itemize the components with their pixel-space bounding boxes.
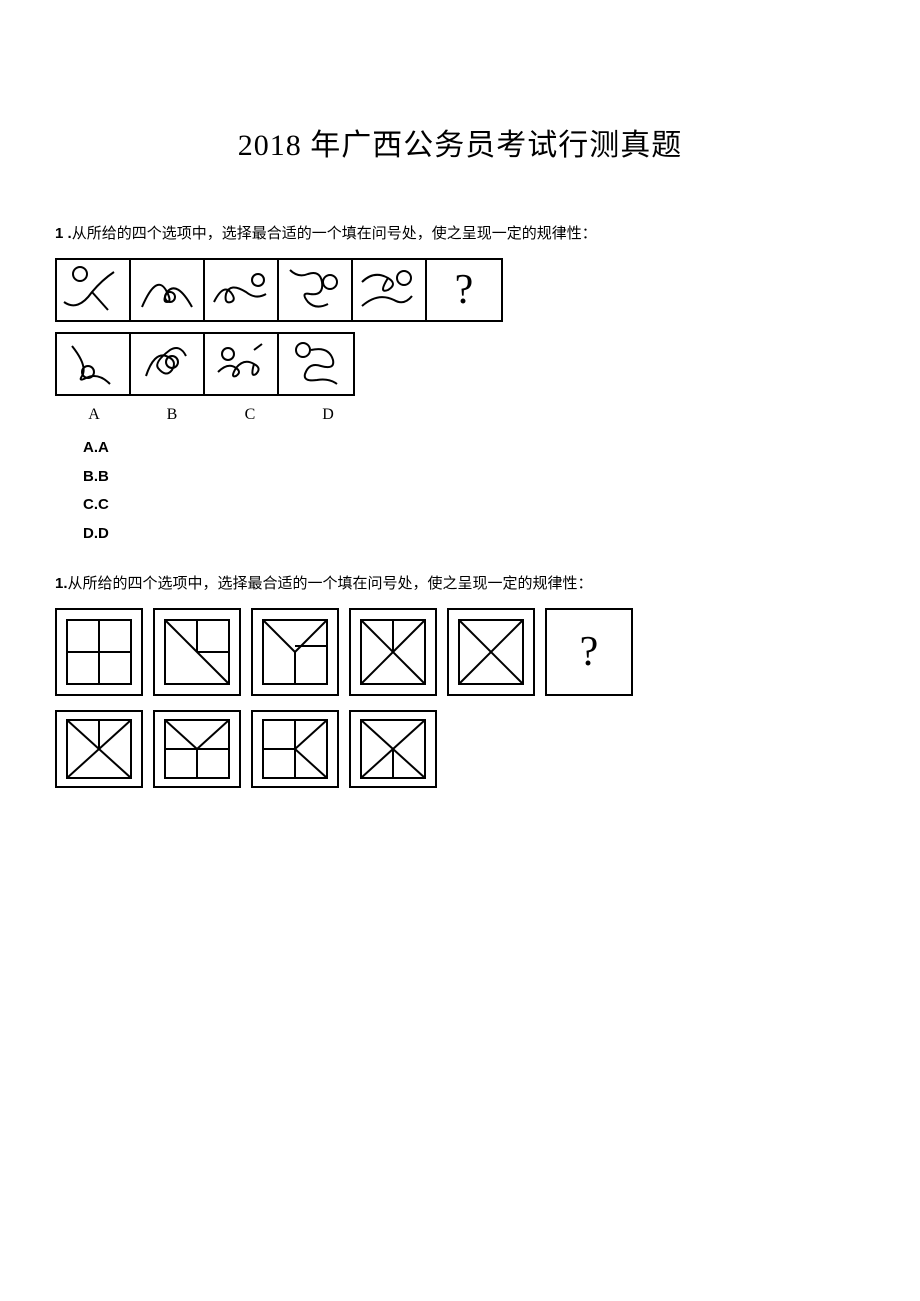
- option-a: A.A: [83, 434, 865, 463]
- q2-ans-d: [349, 710, 437, 788]
- q1-number: 1 .: [55, 225, 72, 242]
- option-d: D.D: [83, 520, 865, 549]
- q1-ans-a: [57, 334, 131, 394]
- q1-ans-c: [205, 334, 279, 394]
- q1-seq-4: [279, 260, 353, 320]
- q2-answers: [55, 710, 865, 788]
- q2-seq-6: ?: [545, 608, 633, 696]
- q1-ans-d: [279, 334, 353, 394]
- q1-seq-1: [57, 260, 131, 320]
- q1-text: 1 .从所给的四个选项中，选择最合适的一个填在问号处，使之呈现一定的规律性：: [55, 222, 865, 246]
- q2-seq-5: [447, 608, 535, 696]
- label-a: A: [55, 406, 133, 424]
- q1-answers: [55, 332, 355, 396]
- q1-options: A.A B.B C.C D.D: [83, 434, 865, 548]
- q2-seq-1: [55, 608, 143, 696]
- q2-ans-a: [55, 710, 143, 788]
- option-b: B.B: [83, 463, 865, 492]
- q1-seq-6: ?: [427, 260, 501, 320]
- q2-ans-b: [153, 710, 241, 788]
- q1-seq-5: [353, 260, 427, 320]
- q2-stem: 从所给的四个选项中，选择最合适的一个填在问号处，使之呈现一定的规律性：: [68, 575, 593, 592]
- q1-sequence: ?: [55, 258, 503, 322]
- label-c: C: [211, 406, 289, 424]
- q2-number: 1.: [55, 575, 68, 592]
- q1-seq-3: [205, 260, 279, 320]
- label-b: B: [133, 406, 211, 424]
- q2-seq-2: [153, 608, 241, 696]
- q1-ans-b: [131, 334, 205, 394]
- qmark-icon: ?: [580, 628, 599, 676]
- q2-seq-4: [349, 608, 437, 696]
- q2-text: 1.从所给的四个选项中，选择最合适的一个填在问号处，使之呈现一定的规律性：: [55, 572, 865, 596]
- option-c: C.C: [83, 491, 865, 520]
- q1-seq-2: [131, 260, 205, 320]
- q2-ans-c: [251, 710, 339, 788]
- q2-seq-3: [251, 608, 339, 696]
- q1-answer-labels: A B C D: [55, 406, 367, 424]
- label-d: D: [289, 406, 367, 424]
- q1-stem: 从所给的四个选项中，选择最合适的一个填在问号处，使之呈现一定的规律性：: [72, 225, 597, 242]
- q2-sequence: ?: [55, 608, 865, 696]
- page-title: 2018 年广西公务员考试行测真题: [55, 120, 865, 164]
- qmark-icon: ?: [455, 266, 474, 314]
